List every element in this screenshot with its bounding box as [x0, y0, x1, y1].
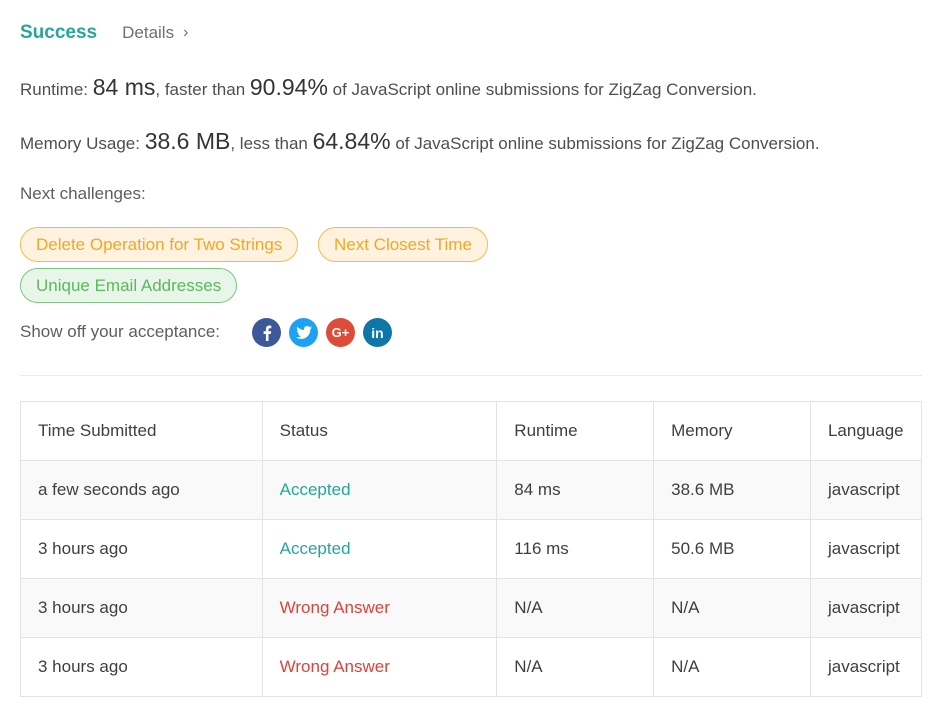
memory-suffix: of JavaScript online submissions for Zig… — [390, 134, 820, 153]
cell-runtime: 84 ms — [496, 460, 655, 520]
runtime-middle: , faster than — [155, 80, 250, 99]
cell-time: 3 hours ago — [20, 519, 263, 579]
share-icons: G+ in — [252, 318, 400, 347]
cell-memory: 38.6 MB — [653, 460, 811, 520]
challenge-chip-unique-email[interactable]: Unique Email Addresses — [20, 268, 238, 303]
status-link[interactable]: Accepted — [261, 460, 498, 520]
status-link[interactable]: Accepted — [261, 519, 498, 579]
cell-language: javascript — [809, 578, 923, 638]
cell-language: javascript — [809, 637, 923, 697]
result-header: Success Details › — [20, 22, 188, 44]
cell-language: javascript — [809, 460, 923, 520]
chevron-right-icon: › — [183, 24, 189, 41]
cell-memory: N/A — [653, 637, 811, 697]
runtime-prefix: Runtime: — [20, 80, 93, 99]
cell-memory: 50.6 MB — [653, 519, 811, 579]
cell-time: 3 hours ago — [20, 637, 263, 697]
next-challenges-label: Next challenges: — [20, 184, 146, 203]
header-memory: Memory — [653, 401, 811, 461]
memory-percent: 64.84% — [312, 128, 391, 154]
runtime-stat: Runtime: 84 ms, faster than 90.94% of Ja… — [20, 74, 757, 101]
twitter-icon[interactable] — [289, 318, 318, 347]
header-runtime: Runtime — [496, 401, 655, 461]
divider — [20, 375, 922, 376]
challenge-chip-delete-operation[interactable]: Delete Operation for Two Strings — [20, 227, 299, 262]
details-link[interactable]: Details › — [122, 23, 188, 43]
runtime-suffix: of JavaScript online submissions for Zig… — [327, 80, 757, 99]
linkedin-icon[interactable]: in — [363, 318, 392, 347]
memory-prefix: Memory Usage: — [20, 134, 145, 153]
header-status: Status — [261, 401, 498, 461]
details-label: Details — [122, 23, 175, 42]
status-link[interactable]: Wrong Answer — [261, 637, 498, 697]
header-language: Language — [809, 401, 923, 461]
table-row: 3 hours ago Accepted 116 ms 50.6 MB java… — [20, 519, 923, 579]
runtime-percent: 90.94% — [249, 74, 328, 100]
cell-memory: N/A — [653, 578, 811, 638]
cell-runtime: N/A — [496, 637, 655, 697]
runtime-value: 84 ms — [92, 74, 156, 100]
table-row: a few seconds ago Accepted 84 ms 38.6 MB… — [20, 460, 923, 520]
memory-value: 38.6 MB — [144, 128, 231, 154]
status-success-label: Success — [20, 22, 98, 43]
cell-language: javascript — [809, 519, 923, 579]
header-time-submitted: Time Submitted — [20, 401, 263, 461]
share-label: Show off your acceptance: — [20, 322, 221, 341]
google-plus-icon[interactable]: G+ — [326, 318, 355, 347]
table-header-row: Time Submitted Status Runtime Memory Lan… — [20, 401, 923, 461]
cell-time: 3 hours ago — [20, 578, 263, 638]
facebook-icon[interactable] — [252, 318, 281, 347]
cell-time: a few seconds ago — [20, 460, 263, 520]
memory-stat: Memory Usage: 38.6 MB, less than 64.84% … — [20, 128, 820, 155]
status-link[interactable]: Wrong Answer — [261, 578, 498, 638]
cell-runtime: N/A — [496, 578, 655, 638]
table-row: 3 hours ago Wrong Answer N/A N/A javascr… — [20, 637, 923, 697]
table-row: 3 hours ago Wrong Answer N/A N/A javascr… — [20, 578, 923, 638]
cell-runtime: 116 ms — [496, 519, 655, 579]
memory-middle: , less than — [230, 134, 313, 153]
submissions-table: Time Submitted Status Runtime Memory Lan… — [20, 401, 923, 697]
challenge-chip-next-closest-time[interactable]: Next Closest Time — [318, 227, 488, 262]
